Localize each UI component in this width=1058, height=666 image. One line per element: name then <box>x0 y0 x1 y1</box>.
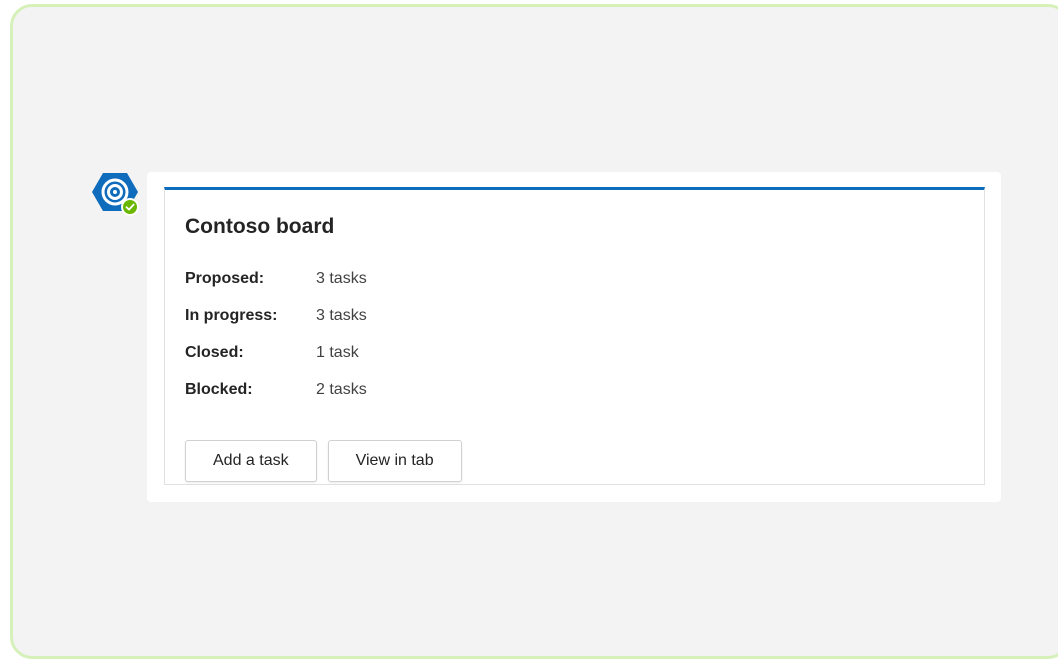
fact-label: Proposed: <box>185 270 265 287</box>
fact-label: In progress: <box>185 307 278 324</box>
fact-row-closed: Closed: 1 task <box>185 344 367 381</box>
fact-label: Blocked: <box>185 381 253 398</box>
bot-hexagon-icon <box>92 173 139 216</box>
fact-value: 3 tasks <box>316 270 367 287</box>
bot-message: Contoso board Proposed: 3 tasks In progr… <box>147 172 1001 502</box>
fact-value: 3 tasks <box>316 307 367 324</box>
fact-value: 1 task <box>316 344 359 361</box>
fact-row-blocked: Blocked: 2 tasks <box>185 381 367 418</box>
add-task-button[interactable]: Add a task <box>185 440 317 482</box>
adaptive-card: Contoso board Proposed: 3 tasks In progr… <box>164 187 985 485</box>
card-title: Contoso board <box>185 215 335 238</box>
view-in-tab-button[interactable]: View in tab <box>327 440 462 482</box>
fact-row-in-progress: In progress: 3 tasks <box>185 307 367 344</box>
bot-avatar[interactable] <box>91 171 139 217</box>
fact-row-proposed: Proposed: 3 tasks <box>185 270 367 307</box>
check-badge-icon <box>121 198 139 216</box>
fact-value: 2 tasks <box>316 381 367 398</box>
card-actions: Add a task View in tab <box>185 440 462 482</box>
fact-label: Closed: <box>185 344 244 361</box>
fact-set: Proposed: 3 tasks In progress: 3 tasks C… <box>185 270 367 418</box>
